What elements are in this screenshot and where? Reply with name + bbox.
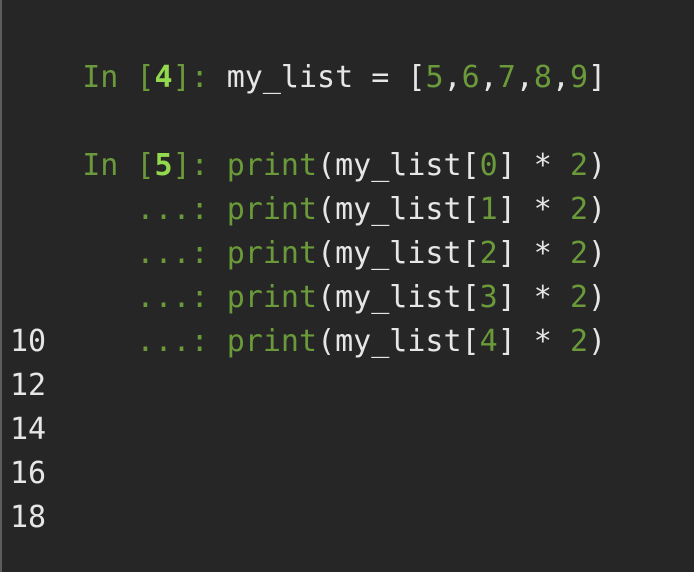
input-line-4: In [4]: my_list = [5,6,7,8,9] [82, 60, 607, 95]
input-prompt-suffix: ]: [172, 60, 227, 95]
number-literal: 2 [569, 324, 588, 359]
number-literal: 7 [497, 60, 516, 95]
function-name: print [226, 324, 318, 359]
output-line: 10 [10, 324, 47, 359]
input-line-5: In [5]: print(my_list[0] * 2) [10, 100, 606, 183]
number-literal: 6 [461, 60, 480, 95]
execution-count: 4 [154, 60, 173, 95]
code-text: my_list = [ [226, 60, 426, 95]
continuation-prompt: ...: [82, 324, 227, 359]
number-literal: 8 [533, 60, 552, 95]
output-line: 12 [10, 368, 47, 403]
input-prompt-prefix: In [ [82, 60, 155, 95]
continuation-line: ...: print(my_list[4] * 2) [10, 276, 606, 359]
number-literal: 9 [569, 60, 588, 95]
code-text: ) [588, 324, 607, 359]
continuation-line: ...: print(my_list[2] * 2) [10, 188, 606, 271]
output-line: 16 [10, 456, 47, 491]
code-text: ] [588, 60, 607, 95]
index-literal: 4 [479, 324, 498, 359]
continuation-line: ...: print(my_list[3] * 2) [10, 232, 606, 315]
code-text: ] * [497, 324, 570, 359]
window-left-border [0, 0, 2, 572]
code-text: (my_list[ [317, 324, 480, 359]
number-literal: 5 [425, 60, 444, 95]
output-line: 14 [10, 412, 47, 447]
terminal-window[interactable]: In [4]: my_list = [5,6,7,8,9] In [5]: pr… [0, 0, 694, 572]
output-line: 18 [10, 500, 47, 535]
continuation-line: ...: print(my_list[1] * 2) [10, 144, 606, 227]
